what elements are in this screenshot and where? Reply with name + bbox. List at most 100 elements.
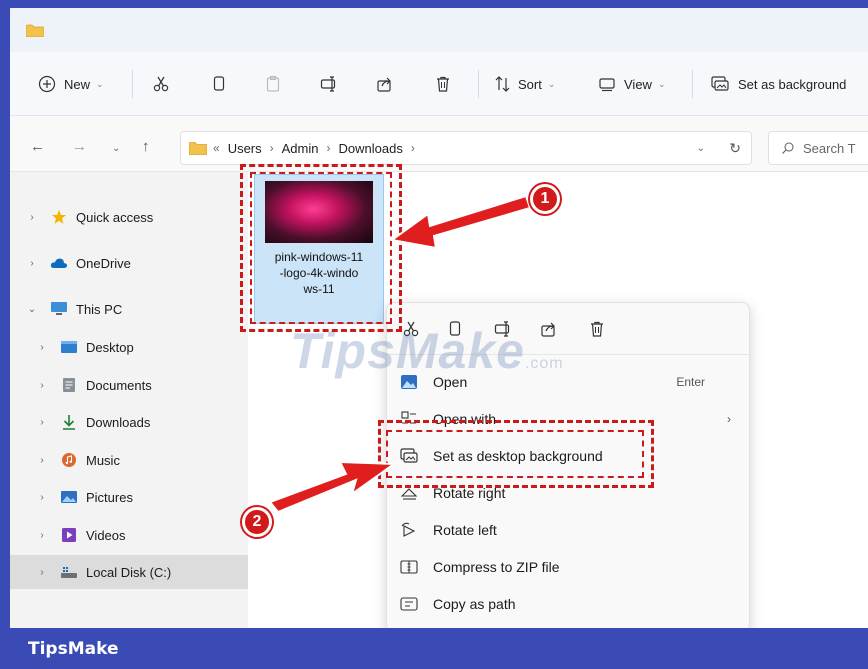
breadcrumb-users[interactable]: Users xyxy=(228,141,262,156)
copy-icon xyxy=(213,76,225,91)
breadcrumb-downloads[interactable]: Downloads xyxy=(339,141,403,156)
sort-label: Sort xyxy=(518,76,542,92)
sidebar-item-this-pc[interactable]: ⌄ This PC xyxy=(10,292,248,326)
zip-folder-icon xyxy=(399,558,419,576)
new-label: New xyxy=(64,76,91,92)
chevron-right-icon[interactable]: › xyxy=(24,258,40,269)
step-badge-1: 1 xyxy=(530,184,560,214)
footer-brand: TipsMake xyxy=(28,639,119,659)
back-arrow-icon[interactable]: ← xyxy=(30,138,45,155)
paste-icon xyxy=(266,75,280,92)
search-icon xyxy=(782,142,794,154)
view-label: View xyxy=(624,76,652,92)
set-as-background-label: Set as background xyxy=(738,76,847,92)
monitor-icon xyxy=(50,301,68,317)
forward-arrow-icon[interactable]: → xyxy=(72,138,87,155)
command-bar: New ⌄ Sort ⌄ View ⌄ Set as background xyxy=(10,52,868,116)
chevron-right-icon[interactable]: › xyxy=(34,455,50,466)
sidebar-item-quick-access[interactable]: › Quick access xyxy=(10,200,248,234)
documents-icon xyxy=(60,377,78,393)
toolbar-separator xyxy=(692,70,693,98)
cloud-icon xyxy=(50,255,68,271)
delete-button[interactable] xyxy=(434,70,452,98)
rename-icon xyxy=(320,76,336,92)
videos-icon xyxy=(60,527,78,543)
download-icon xyxy=(60,414,78,430)
sidebar-item-label: Desktop xyxy=(86,339,134,355)
sidebar-item-label: Quick access xyxy=(76,209,154,225)
breadcrumb-separator-icon: › xyxy=(410,141,415,155)
chevron-right-icon[interactable]: › xyxy=(34,380,50,391)
copy-path-icon xyxy=(399,595,419,613)
highlight-box-file-inner xyxy=(250,172,392,324)
highlight-box-menu-item-inner xyxy=(386,430,644,478)
up-arrow-icon[interactable]: ↑ xyxy=(142,138,150,155)
rename-button[interactable] xyxy=(320,70,338,98)
delete-action[interactable] xyxy=(587,319,607,339)
search-input[interactable]: Search T xyxy=(768,131,868,165)
share-button[interactable] xyxy=(376,70,394,98)
wallpaper-icon xyxy=(711,76,729,91)
menu-item-label: Compress to ZIP file xyxy=(433,558,560,575)
copy-button[interactable] xyxy=(210,70,228,98)
frame-left-border xyxy=(0,0,10,669)
sidebar-item-downloads[interactable]: › Downloads xyxy=(10,405,248,439)
folder-icon xyxy=(189,142,207,155)
search-placeholder: Search T xyxy=(803,140,856,156)
paste-button[interactable] xyxy=(264,70,282,98)
chevron-down-icon[interactable]: ⌄ xyxy=(24,304,40,315)
sidebar-item-label: Pictures xyxy=(86,489,133,505)
chevron-down-icon: ⌄ xyxy=(96,78,104,89)
address-bar[interactable]: « Users › Admin › Downloads › ⌄ ↻ xyxy=(180,131,752,165)
chevron-right-icon[interactable]: › xyxy=(34,530,50,541)
sidebar-item-videos[interactable]: › Videos xyxy=(10,518,248,552)
set-as-background-button[interactable]: Set as background xyxy=(710,70,846,98)
frame-top-border xyxy=(0,0,868,8)
refresh-icon[interactable]: ↻ xyxy=(729,140,741,157)
menu-item-copy-as-path[interactable]: Copy as path xyxy=(387,585,751,622)
view-button[interactable]: View ⌄ xyxy=(598,70,666,98)
rotate-left-icon xyxy=(399,521,419,539)
sidebar-item-label: Music xyxy=(86,452,120,468)
overflow-chevron-icon[interactable]: « xyxy=(213,141,220,155)
sidebar-item-label: Videos xyxy=(86,527,126,543)
cut-button[interactable] xyxy=(152,70,170,98)
navigation-pane: › Quick access › OneDrive ⌄ This PC › De… xyxy=(10,172,248,628)
star-icon xyxy=(50,209,68,225)
chevron-right-icon[interactable]: › xyxy=(34,342,50,353)
sidebar-item-pictures[interactable]: › Pictures xyxy=(10,480,248,514)
new-button[interactable]: New ⌄ xyxy=(38,70,104,98)
address-history-chevron-icon[interactable]: ⌄ xyxy=(697,143,705,154)
sort-button[interactable]: Sort ⌄ xyxy=(494,70,555,98)
menu-item-compress-zip[interactable]: Compress to ZIP file xyxy=(387,548,751,585)
chevron-right-icon[interactable]: › xyxy=(34,417,50,428)
breadcrumb-separator-icon: › xyxy=(269,141,274,155)
recent-locations-chevron-icon[interactable]: ⌄ xyxy=(112,143,120,154)
menu-item-rotate-left[interactable]: Rotate left xyxy=(387,511,751,548)
sidebar-item-onedrive[interactable]: › OneDrive xyxy=(10,246,248,280)
chevron-down-icon: ⌄ xyxy=(547,78,556,89)
sidebar-item-label: Downloads xyxy=(86,414,151,430)
chevron-right-icon[interactable]: › xyxy=(34,492,50,503)
music-icon xyxy=(60,452,78,468)
menu-item-label: Copy as path xyxy=(433,595,516,612)
desktop-icon xyxy=(60,339,78,355)
watermark-suffix: .com xyxy=(524,355,564,372)
view-icon xyxy=(599,78,615,92)
toolbar-separator xyxy=(478,70,479,98)
sidebar-item-label: OneDrive xyxy=(76,255,131,271)
scissors-icon xyxy=(153,76,169,92)
footer-bar: TipsMake xyxy=(0,628,868,669)
chevron-right-icon: › xyxy=(727,411,731,426)
address-row: ← → ⌄ ↑ « Users › Admin › Downloads › ⌄ … xyxy=(10,116,868,172)
chevron-right-icon[interactable]: › xyxy=(34,567,50,578)
sidebar-item-label: This PC xyxy=(76,301,123,317)
sidebar-item-music[interactable]: › Music xyxy=(10,443,248,477)
chevron-right-icon[interactable]: › xyxy=(24,212,40,223)
sidebar-item-documents[interactable]: › Documents xyxy=(10,368,248,402)
sidebar-item-label: Documents xyxy=(86,377,152,393)
sidebar-item-local-disk[interactable]: › Local Disk (C:) xyxy=(10,555,248,589)
sidebar-item-desktop[interactable]: › Desktop xyxy=(10,330,248,364)
step-badge-2: 2 xyxy=(242,507,272,537)
breadcrumb-admin[interactable]: Admin xyxy=(282,141,319,156)
